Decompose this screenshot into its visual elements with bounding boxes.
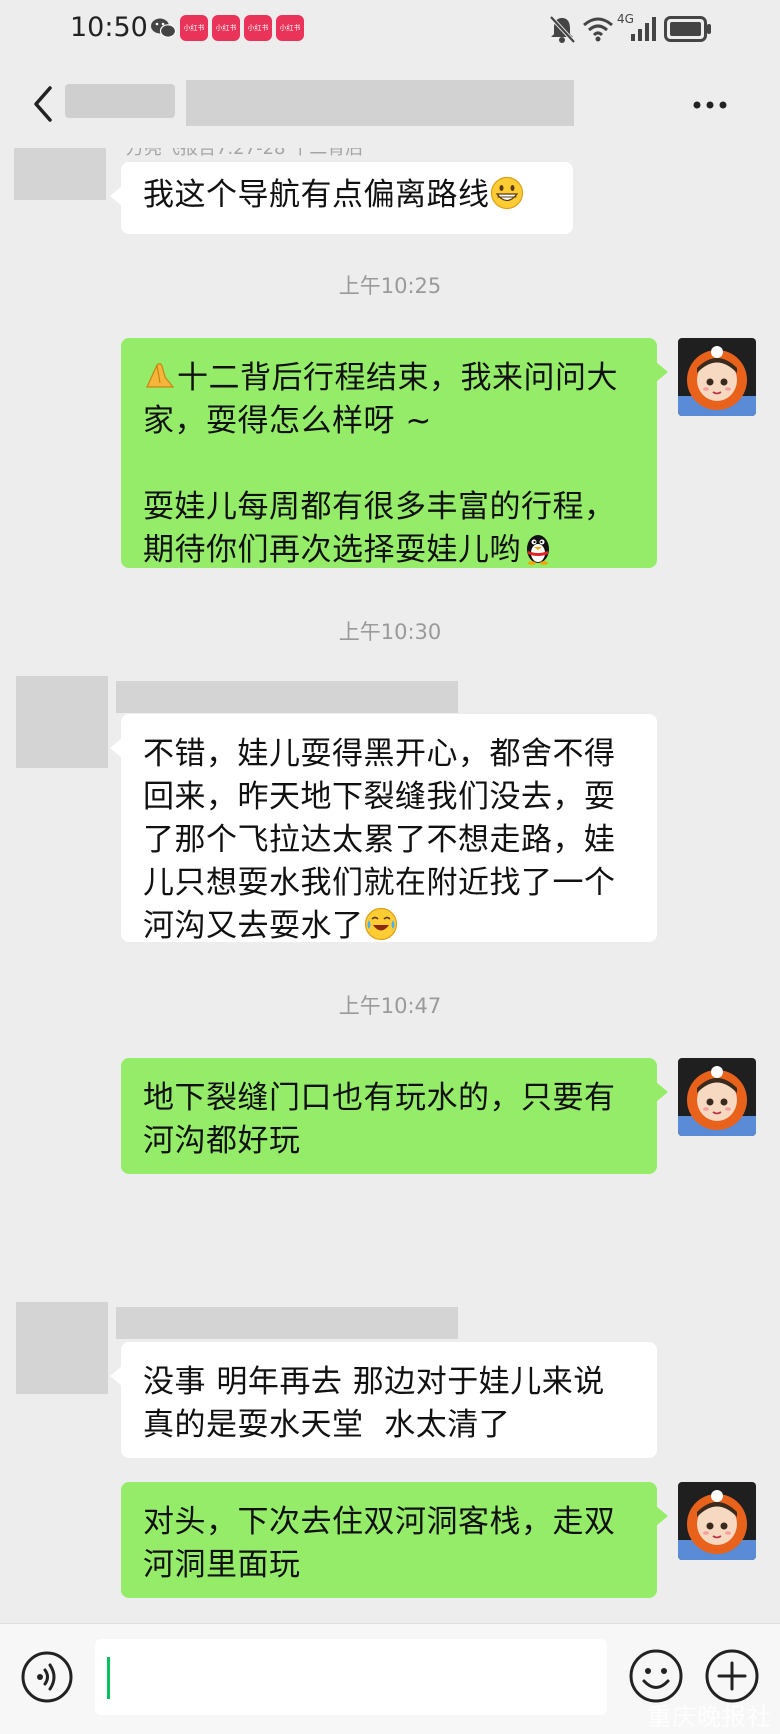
message-bubble-incoming[interactable]: 不错，娃儿耍得黑开心，都舍不得回来，昨天地下裂缝我们没去，耍了那个飞拉达太累了不… <box>110 714 657 944</box>
cartoon-girl-avatar-icon <box>678 1482 756 1560</box>
sender-name-cutoff: 万亮飞报告7.27-28 十二背后 <box>126 148 426 156</box>
chat-message-list[interactable]: 万亮飞报告7.27-28 十二背后 我这个导航有点偏离路线 上午10:25 十二… <box>0 148 780 1623</box>
message-text: 没事 明年再去 那边对于娃儿来说真的是耍水天堂 水太清了 <box>143 1364 605 1443</box>
chat-header <box>0 60 780 148</box>
chevron-left-icon[interactable] <box>28 84 56 124</box>
status-time: 10:50 <box>70 12 148 43</box>
message-input[interactable] <box>95 1639 607 1715</box>
sender-name-redacted <box>116 1307 458 1339</box>
avatar-self[interactable] <box>678 1482 756 1560</box>
avatar-self[interactable] <box>678 1058 756 1136</box>
voice-icon[interactable] <box>20 1650 74 1704</box>
xiaohongshu-icon: 小红书 <box>276 15 304 41</box>
xiaohongshu-icon: 小红书 <box>244 15 272 41</box>
status-bar: 10:50 小红书 小红书 小红书 小红书 4G <box>0 0 780 60</box>
avatar[interactable] <box>16 1302 108 1394</box>
folded-hands-emoji <box>146 363 175 388</box>
xiaohongshu-icon: 小红书 <box>212 15 240 41</box>
avatar[interactable] <box>14 148 106 200</box>
message-bubble-outgoing[interactable]: 对头，下次去住双河洞客栈，走双河洞里面玩 <box>121 1482 668 1598</box>
message-text: 地下裂缝门口也有玩水的，只要有河沟都好玩 <box>143 1080 616 1159</box>
chat-title-redacted <box>186 80 574 126</box>
message-timestamp: 上午10:30 <box>338 620 442 644</box>
message-text: 我这个导航有点偏离路线 <box>143 177 490 213</box>
xiaohongshu-icon: 小红书 <box>180 15 208 41</box>
text-cursor <box>107 1657 110 1699</box>
watermark: 重庆晚报社 <box>647 1703 772 1731</box>
chat-input-bar: 重庆晚报社 <box>0 1623 780 1734</box>
sender-name-redacted <box>116 681 458 713</box>
cartoon-girl-avatar-icon <box>678 338 756 416</box>
message-bubble-outgoing[interactable]: 地下裂缝门口也有玩水的，只要有河沟都好玩 <box>121 1058 668 1174</box>
more-horizontal-icon[interactable] <box>692 100 728 110</box>
grinning-face-emoji <box>490 176 523 210</box>
wifi-icon <box>583 17 613 42</box>
signal-icon <box>631 17 656 41</box>
cartoon-girl-avatar-icon <box>678 1058 756 1136</box>
message-timestamp: 上午10:25 <box>338 274 442 298</box>
wechat-icon <box>151 18 176 38</box>
message-timestamp: 上午10:47 <box>338 994 442 1018</box>
message-bubble-incoming[interactable]: 没事 明年再去 那边对于娃儿来说真的是耍水天堂 水太清了 <box>110 1342 657 1458</box>
avatar[interactable] <box>16 676 108 768</box>
battery-icon <box>664 16 711 42</box>
message-text: 对头，下次去住双河洞客栈，走双河洞里面玩 <box>143 1504 616 1583</box>
laughing-tears-emoji <box>364 907 397 941</box>
chat-title-redacted <box>65 84 175 118</box>
message-text: 十二背后行程结束，我来问问大家，耍得怎么样呀 ~ <box>143 360 618 439</box>
emoji-icon[interactable] <box>628 1648 684 1704</box>
avatar-self[interactable] <box>678 338 756 416</box>
penguin-emoji <box>527 535 549 565</box>
mute-bell-icon <box>549 15 576 44</box>
plus-circle-icon[interactable] <box>704 1648 760 1704</box>
message-bubble-outgoing[interactable]: 十二背后行程结束，我来问问大家，耍得怎么样呀 ~ 耍娃儿每周都有很多丰富的行程，… <box>121 338 668 568</box>
message-bubble-incoming[interactable]: 我这个导航有点偏离路线 <box>110 162 573 234</box>
